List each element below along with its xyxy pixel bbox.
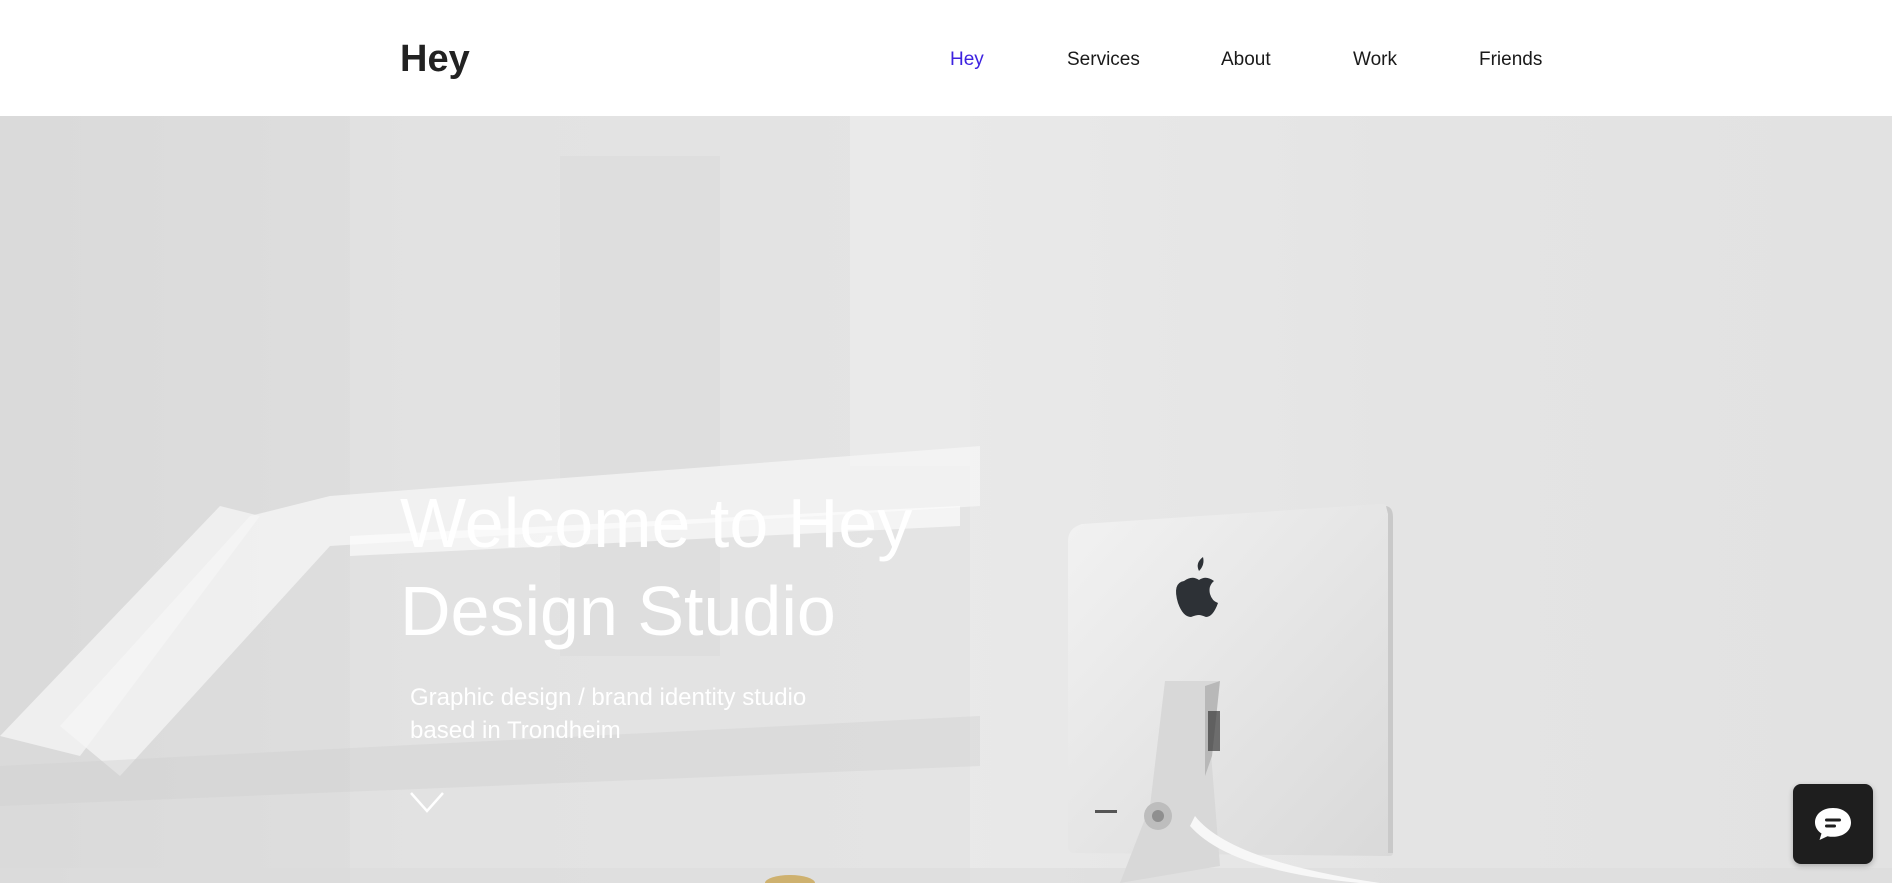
- nav-item-friends[interactable]: Friends: [1479, 46, 1542, 74]
- site-logo[interactable]: Hey: [400, 36, 470, 82]
- nav-item-services[interactable]: Services: [1067, 46, 1140, 74]
- hero-title-line-2: Design Studio: [400, 572, 836, 650]
- imac-illustration: [1068, 504, 1393, 883]
- hero-subtitle-line-1: Graphic design / brand identity studio: [410, 684, 807, 711]
- site-header: Hey Hey Services About Work Friends: [0, 0, 1892, 116]
- nav-item-about[interactable]: About: [1221, 46, 1271, 74]
- hero-title: Welcome to Hey Design Studio: [400, 479, 1000, 655]
- nav-item-work[interactable]: Work: [1353, 46, 1397, 74]
- hero-subtitle-line-2: based in Trondheim: [410, 717, 621, 744]
- chat-button[interactable]: [1793, 784, 1873, 864]
- nav-item-hey[interactable]: Hey: [950, 46, 984, 74]
- chevron-down-icon[interactable]: [410, 791, 444, 815]
- chat-bubble-icon: [1815, 808, 1851, 840]
- hero-title-line-1: Welcome to Hey: [400, 484, 913, 562]
- hero-section: Welcome to Hey Design Studio Graphic desi…: [0, 116, 1892, 883]
- hero-subtitle: Graphic design / brand identity studio ba…: [410, 681, 890, 747]
